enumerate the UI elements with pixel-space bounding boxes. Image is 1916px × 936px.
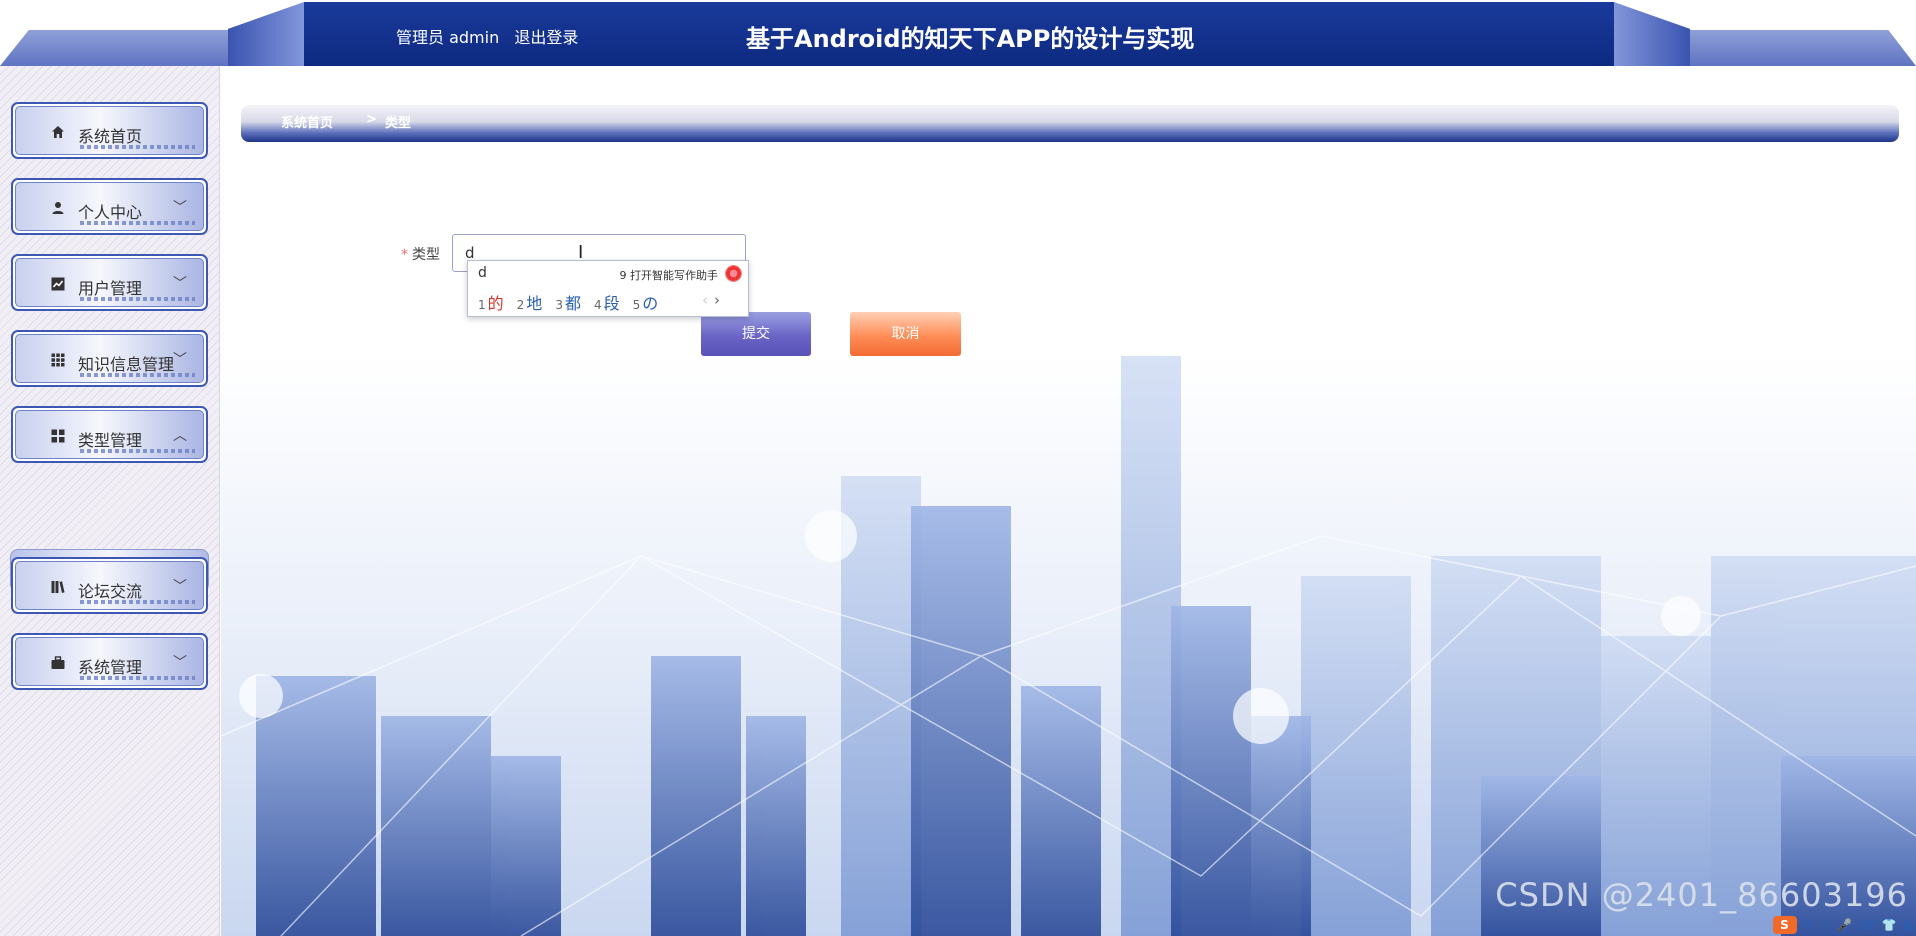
sidebar-item-home[interactable]: 系统首页 (11, 102, 208, 159)
header-user-area: 管理员 admin 退出登录 (396, 24, 588, 48)
home-icon (50, 125, 66, 141)
ime-composition: d (478, 265, 487, 281)
book-icon (50, 580, 66, 596)
sidebar-item-label: 论坛交流 (78, 582, 143, 601)
sidebar-item-forum[interactable]: 论坛交流 ﹀ (11, 557, 208, 614)
chevron-down-icon: ﹀ (173, 276, 187, 292)
ime-toolbar: S 中 •, 🎤 ⌨ 👕 ▦ (1772, 916, 1914, 934)
sidebar: 系统首页 个人中心 ﹀ 用户管理 ﹀ 知识信息管理 ﹀ 类型管理 ︿ 论坛交流 … (0, 66, 220, 936)
cancel-button[interactable]: 取消 (850, 312, 961, 356)
chevron-down-icon: ﹀ (173, 579, 187, 595)
ime-candidate[interactable]: 4段 (594, 290, 620, 314)
sidebar-item-label: 类型管理 (78, 431, 143, 450)
required-mark: * (401, 247, 408, 263)
watermark: CSDN @2401_86603196 (1495, 876, 1908, 914)
header-wing-right (1686, 30, 1916, 66)
main-content: 系统首页 > 类型 *类型 I 提交 取消 d 9 打开智能写作助手 1的 2地… (221, 66, 1916, 936)
sidebar-item-label: 用户管理 (78, 279, 143, 298)
app-title: 基于Android的知天下APP的设计与实现 (746, 25, 1195, 53)
ime-candidate[interactable]: 1的 (478, 290, 504, 314)
toolbox-icon[interactable]: ▦ (1903, 918, 1914, 932)
sidebar-item-personal-center[interactable]: 个人中心 ﹀ (11, 178, 208, 235)
skin-icon[interactable]: 👕 (1882, 918, 1897, 932)
user-icon (50, 201, 66, 217)
ime-prev-icon[interactable]: ‹ (702, 291, 714, 309)
ime-assistant-icon[interactable] (725, 265, 742, 282)
sidebar-item-label: 系统管理 (78, 658, 143, 677)
header-bevel-left (228, 2, 304, 66)
ime-candidate-list: 1的 2地 3都 4段 5の (478, 290, 658, 314)
sidebar-item-knowledge-management[interactable]: 知识信息管理 ﹀ (11, 330, 208, 387)
ime-candidate[interactable]: 3都 (555, 290, 581, 314)
apps-icon (50, 429, 66, 445)
admin-role-label: 管理员 admin (396, 28, 500, 47)
header-wing-left (0, 30, 240, 66)
breadcrumb: 系统首页 > 类型 (241, 105, 1899, 142)
chevron-down-icon: ﹀ (173, 655, 187, 671)
sidebar-item-label: 个人中心 (78, 203, 143, 222)
sidebar-item-label: 系统首页 (78, 127, 143, 146)
breadcrumb-home[interactable]: 系统首页 (281, 112, 333, 131)
sidebar-item-label: 知识信息管理 (78, 355, 175, 374)
logout-link[interactable]: 退出登录 (514, 28, 578, 47)
type-field-label: * 类型 (401, 244, 440, 264)
sidebar-item-system-management[interactable]: 系统管理 ﹀ (11, 633, 208, 690)
chevron-down-icon: ﹀ (173, 352, 187, 368)
keyboard-icon[interactable]: ⌨ (1858, 918, 1875, 932)
ime-next-icon[interactable]: › (714, 291, 726, 309)
ime-page-nav: ‹› (702, 291, 726, 309)
sidebar-item-type-management[interactable]: 类型管理 ︿ (11, 406, 208, 463)
language-toggle[interactable]: 中 (1803, 917, 1815, 934)
microphone-icon[interactable]: 🎤 (1837, 918, 1852, 932)
ime-candidate-popup: d 9 打开智能写作助手 1的 2地 3都 4段 5の ‹› (467, 260, 749, 317)
briefcase-icon (50, 656, 66, 672)
type-label-text: 类型 (412, 247, 440, 263)
grid-icon (50, 353, 66, 369)
punctuation-icon[interactable]: •, (1821, 918, 1832, 932)
ime-candidate[interactable]: 5の (633, 290, 659, 314)
chevron-up-icon: ︿ (173, 428, 187, 444)
ime-writing-assistant[interactable]: 9 打开智能写作助手 (620, 267, 719, 283)
submit-button[interactable]: 提交 (701, 312, 811, 356)
breadcrumb-separator: > (366, 112, 377, 127)
ime-candidate[interactable]: 2地 (517, 290, 543, 314)
sidebar-item-user-management[interactable]: 用户管理 ﹀ (11, 254, 208, 311)
breadcrumb-current: 类型 (385, 116, 412, 131)
chart-icon (50, 277, 66, 293)
city-skyline-background (221, 356, 1916, 936)
header-bevel-right (1614, 2, 1690, 66)
chevron-down-icon: ﹀ (173, 200, 187, 216)
sogou-logo-icon[interactable]: S (1772, 916, 1797, 934)
top-header: 管理员 admin 退出登录 基于Android的知天下APP的设计与实现 (0, 0, 1916, 66)
